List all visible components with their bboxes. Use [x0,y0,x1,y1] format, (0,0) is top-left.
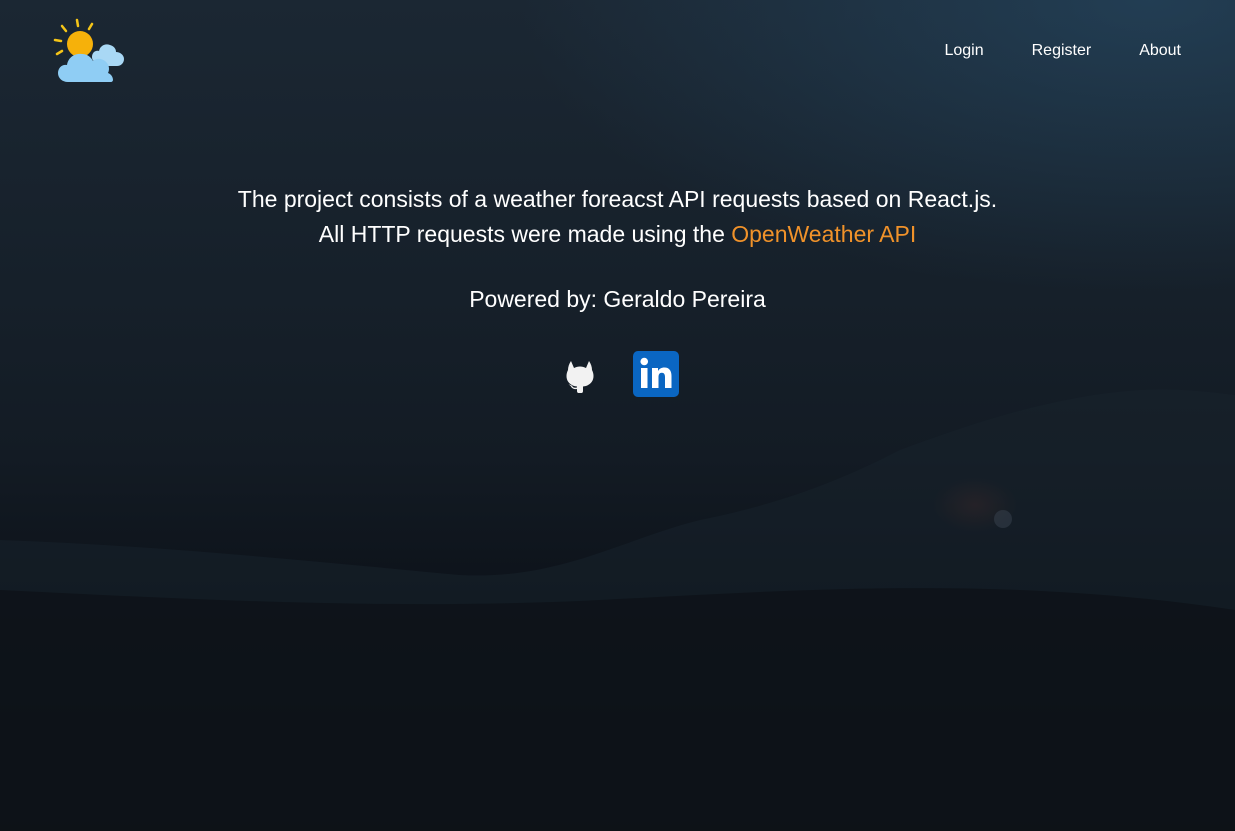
about-section: The project consists of a weather foreac… [0,182,1235,397]
nav-about-link[interactable]: About [1139,42,1181,60]
github-icon[interactable] [557,351,603,397]
nav-login-link[interactable]: Login [944,42,983,60]
top-navbar: Login Register About [0,0,1235,100]
mountain-backdrop [0,389,1235,831]
nav-register-link[interactable]: Register [1032,42,1092,60]
description-line-2: All HTTP requests were made using the Op… [0,217,1235,252]
nav-links: Login Register About [944,42,1181,60]
sun-behind-cloud-icon[interactable] [52,16,128,84]
powered-by-text: Powered by: Geraldo Pereira [469,286,766,312]
social-links [0,351,1235,397]
description-line-1: The project consists of a weather foreac… [237,186,998,212]
description-line-2-text: All HTTP requests were made using the [318,221,725,247]
linkedin-icon[interactable] [632,351,679,397]
openweather-api-link[interactable]: OpenWeather API [731,221,916,247]
